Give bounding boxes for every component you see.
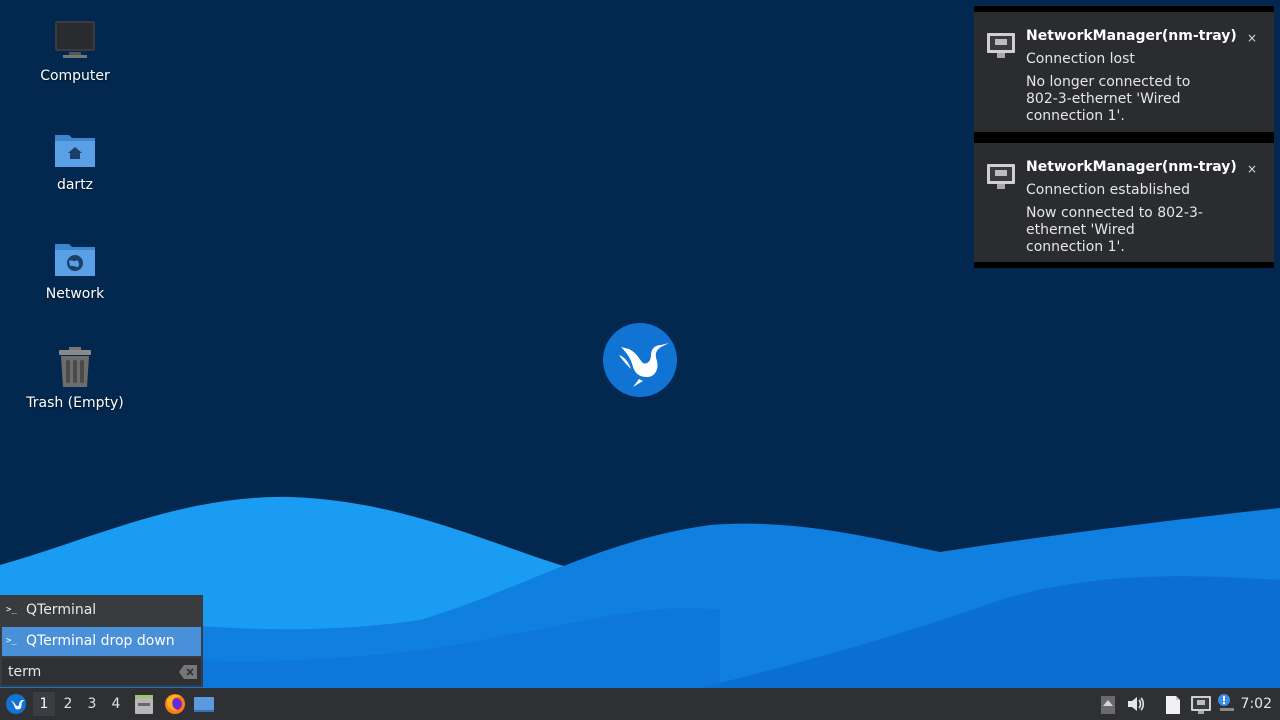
clipboard-icon[interactable] (1163, 692, 1183, 716)
runner-search-box (2, 658, 201, 685)
clock[interactable]: 7:02 (1241, 688, 1272, 720)
trash-icon (53, 345, 97, 389)
notification-body: No longer connected to 802-3-ethernet 'W… (1026, 74, 1191, 124)
desktop-icon-trash[interactable]: Trash (Empty) (20, 345, 130, 411)
notification-body: Now connected to 802-3-ethernet 'Wired c… (1026, 205, 1203, 255)
notification-summary: Connection established (1026, 182, 1190, 198)
runner-result-qterminal[interactable]: >_ QTerminal (2, 596, 201, 625)
close-icon[interactable]: × (1244, 30, 1260, 46)
runner-result-qterminal-drop-down[interactable]: >_ QTerminal drop down (2, 627, 201, 656)
update-notifier-icon[interactable] (1216, 692, 1236, 716)
notification-summary: Connection lost (1026, 51, 1135, 67)
app-runner-popup: >_ QTerminal >_ QTerminal drop down (0, 595, 203, 687)
lubuntu-logo-icon (6, 694, 26, 714)
start-menu-button[interactable] (4, 692, 28, 716)
notification-connection-established[interactable]: NetworkManager(nm-tray) Connection estab… (974, 137, 1274, 268)
computer-icon (53, 18, 97, 62)
close-icon[interactable]: × (1244, 161, 1260, 177)
workspace-3[interactable]: 3 (81, 692, 103, 716)
file-manager-icon[interactable] (133, 692, 155, 716)
network-tray-icon[interactable] (1190, 692, 1212, 716)
notification-app-name: NetworkManager(nm-tray) (1026, 28, 1237, 44)
runner-result-label: QTerminal drop down (26, 633, 175, 649)
notification-connection-lost[interactable]: NetworkManager(nm-tray) Connection lost … (974, 6, 1274, 138)
hummingbird-logo-icon (603, 323, 677, 397)
volume-icon[interactable] (1126, 692, 1146, 716)
desktop-icon-label: Network (45, 286, 105, 302)
runner-search-input[interactable] (8, 661, 168, 682)
show-desktop-icon[interactable] (193, 692, 215, 716)
home-folder-icon (53, 127, 97, 171)
terminal-icon: >_ (6, 605, 17, 615)
ethernet-icon (986, 161, 1016, 191)
workspace-4[interactable]: 4 (105, 692, 127, 716)
desktop-icon-label: dartz (56, 177, 94, 193)
desktop-icon-computer[interactable]: Computer (20, 18, 130, 84)
up-arrow-icon[interactable] (1100, 692, 1116, 716)
workspace-2[interactable]: 2 (57, 692, 79, 716)
clear-text-icon[interactable] (179, 664, 197, 679)
firefox-icon[interactable] (163, 692, 187, 716)
network-folder-icon (53, 236, 97, 280)
workspace-1[interactable]: 1 (33, 692, 55, 716)
taskbar: 1 2 3 4 7:02 (0, 688, 1280, 720)
ethernet-icon (986, 30, 1016, 60)
desktop-icon-label: Computer (40, 68, 110, 84)
notification-app-name: NetworkManager(nm-tray) (1026, 159, 1237, 175)
terminal-icon: >_ (6, 636, 17, 646)
runner-result-label: QTerminal (26, 602, 97, 618)
desktop-icon-label: Trash (Empty) (26, 395, 124, 411)
desktop-icon-home[interactable]: dartz (20, 127, 130, 193)
desktop-icon-network[interactable]: Network (20, 236, 130, 302)
